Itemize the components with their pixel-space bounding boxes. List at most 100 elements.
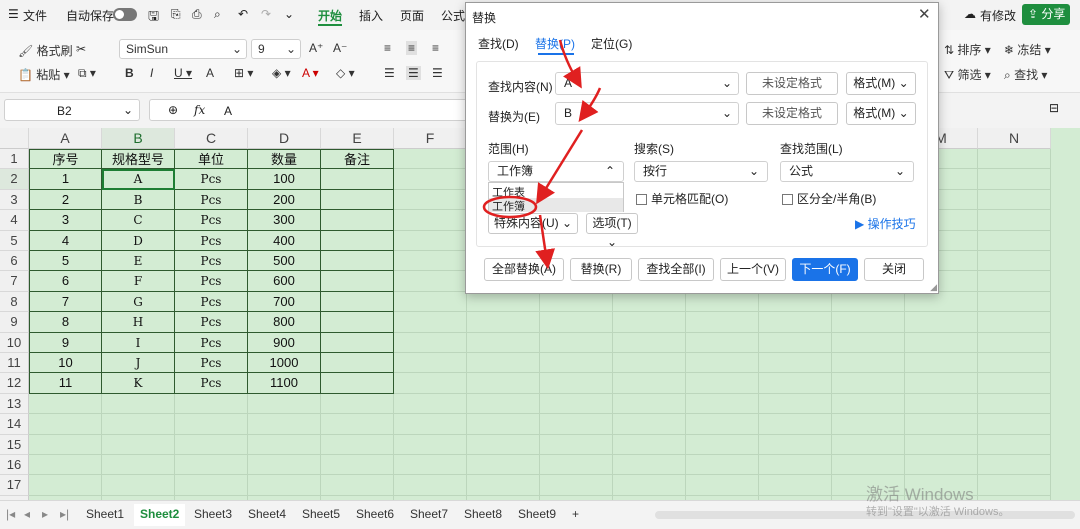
empty-cell[interactable]: [613, 393, 686, 415]
print-icon[interactable]: ⎙: [192, 7, 202, 22]
font-name-select[interactable]: SimSun ⌄: [119, 39, 247, 59]
table-cell[interactable]: I: [102, 332, 175, 353]
file-menu[interactable]: 文件: [23, 7, 47, 24]
empty-cell[interactable]: [540, 475, 613, 496]
copy-icon[interactable]: ⧉ ▾: [78, 66, 96, 81]
table-cell[interactable]: 100: [248, 169, 321, 190]
empty-cell[interactable]: [248, 393, 321, 415]
column-header[interactable]: C: [175, 128, 248, 149]
empty-cell[interactable]: [175, 414, 248, 435]
empty-cell[interactable]: [978, 353, 1051, 374]
empty-cell[interactable]: [832, 455, 905, 476]
decrease-font-icon[interactable]: A⁻: [333, 41, 347, 55]
empty-cell[interactable]: [832, 291, 905, 313]
expand-formula-icon[interactable]: ⊟: [1049, 101, 1059, 115]
sheet-tab[interactable]: Sheet7: [410, 507, 448, 521]
row-header[interactable]: 3: [0, 189, 29, 211]
empty-cell[interactable]: [978, 414, 1051, 435]
table-cell[interactable]: [321, 210, 394, 231]
table-cell[interactable]: 800: [248, 312, 321, 333]
table-header-cell[interactable]: 规格型号: [102, 149, 175, 170]
empty-cell[interactable]: [905, 353, 978, 374]
empty-cell[interactable]: [321, 455, 394, 476]
empty-cell[interactable]: [832, 312, 905, 333]
sheet-tab[interactable]: Sheet5: [302, 507, 340, 521]
empty-cell[interactable]: [905, 373, 978, 394]
bold-icon[interactable]: B: [125, 66, 134, 80]
redo-icon[interactable]: ↷: [261, 7, 271, 21]
table-cell[interactable]: [321, 332, 394, 353]
empty-cell[interactable]: [978, 149, 1051, 170]
empty-cell[interactable]: [978, 475, 1051, 496]
empty-cell[interactable]: [905, 312, 978, 333]
tips-link[interactable]: ▶ 操作技巧: [855, 215, 916, 232]
empty-cell[interactable]: [978, 251, 1051, 272]
empty-cell[interactable]: [832, 353, 905, 374]
empty-cell[interactable]: [467, 332, 540, 353]
table-cell[interactable]: Pcs: [175, 291, 248, 313]
filter-button[interactable]: ⛛ 筛选 ▾: [944, 66, 991, 83]
table-header-cell[interactable]: 备注: [321, 149, 394, 170]
row-header[interactable]: 15: [0, 434, 29, 455]
empty-cell[interactable]: [759, 414, 832, 435]
clear-icon[interactable]: ◇ ▾: [336, 66, 355, 80]
sheet-tab[interactable]: Sheet2: [134, 504, 186, 526]
empty-cell[interactable]: [686, 332, 759, 353]
empty-cell[interactable]: [540, 373, 613, 394]
align-bottom-icon[interactable]: ≡: [432, 41, 439, 55]
empty-cell[interactable]: [248, 475, 321, 496]
table-cell[interactable]: 8: [29, 312, 102, 333]
name-box[interactable]: B2 ⌄: [4, 99, 140, 121]
replace-all-button[interactable]: 全部替换(A): [484, 258, 564, 281]
sheet-tab[interactable]: Sheet6: [356, 507, 394, 521]
empty-cell[interactable]: [759, 291, 832, 313]
table-cell[interactable]: 300: [248, 210, 321, 231]
tab-replace[interactable]: 替换(P): [535, 35, 575, 52]
modified-status[interactable]: 有修改: [980, 7, 1016, 24]
table-cell[interactable]: [321, 312, 394, 333]
empty-cell[interactable]: [686, 393, 759, 415]
table-cell[interactable]: [321, 353, 394, 374]
font-size-select[interactable]: 9 ⌄: [251, 39, 301, 59]
empty-cell[interactable]: [394, 251, 467, 272]
table-cell[interactable]: 1100: [248, 373, 321, 394]
row-header[interactable]: 7: [0, 271, 29, 292]
last-sheet-icon[interactable]: ▸|: [60, 507, 69, 521]
underline-icon[interactable]: U ▾: [174, 66, 192, 80]
row-header[interactable]: 2: [0, 169, 29, 190]
next-button[interactable]: 下一个(F): [792, 258, 858, 281]
empty-cell[interactable]: [759, 353, 832, 374]
empty-cell[interactable]: [29, 475, 102, 496]
empty-cell[interactable]: [394, 332, 467, 353]
align-center-icon[interactable]: ☰: [406, 66, 421, 80]
table-cell[interactable]: Pcs: [175, 230, 248, 251]
empty-cell[interactable]: [29, 434, 102, 455]
empty-cell[interactable]: [613, 475, 686, 496]
table-header-cell[interactable]: 序号: [29, 149, 102, 170]
row-header[interactable]: 6: [0, 251, 29, 272]
table-cell[interactable]: F: [102, 271, 175, 292]
empty-cell[interactable]: [686, 312, 759, 333]
table-cell[interactable]: [321, 291, 394, 313]
replace-input[interactable]: B ⌄: [555, 102, 739, 125]
empty-cell[interactable]: [686, 475, 759, 496]
empty-cell[interactable]: [248, 414, 321, 435]
empty-cell[interactable]: [832, 332, 905, 353]
empty-cell[interactable]: [467, 312, 540, 333]
tab-formula[interactable]: 公式: [441, 7, 465, 24]
empty-cell[interactable]: [394, 373, 467, 394]
empty-cell[interactable]: [175, 455, 248, 476]
column-header[interactable]: B: [102, 128, 175, 149]
formula-input[interactable]: ⊕ fx A: [149, 99, 469, 121]
italic-icon[interactable]: I: [150, 66, 153, 80]
empty-cell[interactable]: [102, 393, 175, 415]
resize-grip-icon[interactable]: ◢: [930, 282, 937, 293]
empty-cell[interactable]: [467, 414, 540, 435]
column-header[interactable]: A: [29, 128, 102, 149]
empty-cell[interactable]: [905, 393, 978, 415]
undo-icon[interactable]: ↶: [238, 7, 248, 21]
find-input[interactable]: A ⌄: [555, 72, 739, 95]
table-cell[interactable]: C: [102, 210, 175, 231]
more-icon[interactable]: ⌄: [284, 7, 294, 21]
sort-button[interactable]: ⇅ 排序 ▾: [944, 41, 991, 58]
